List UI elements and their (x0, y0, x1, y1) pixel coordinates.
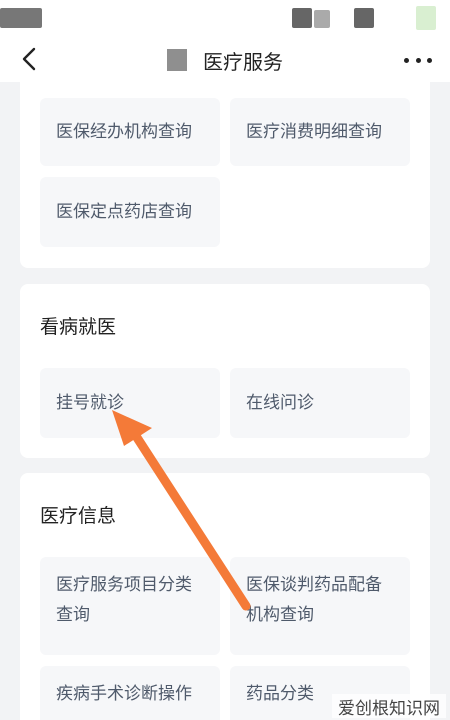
watermark: 爱创根知识网 (332, 694, 446, 719)
annotation-arrow (112, 410, 251, 611)
